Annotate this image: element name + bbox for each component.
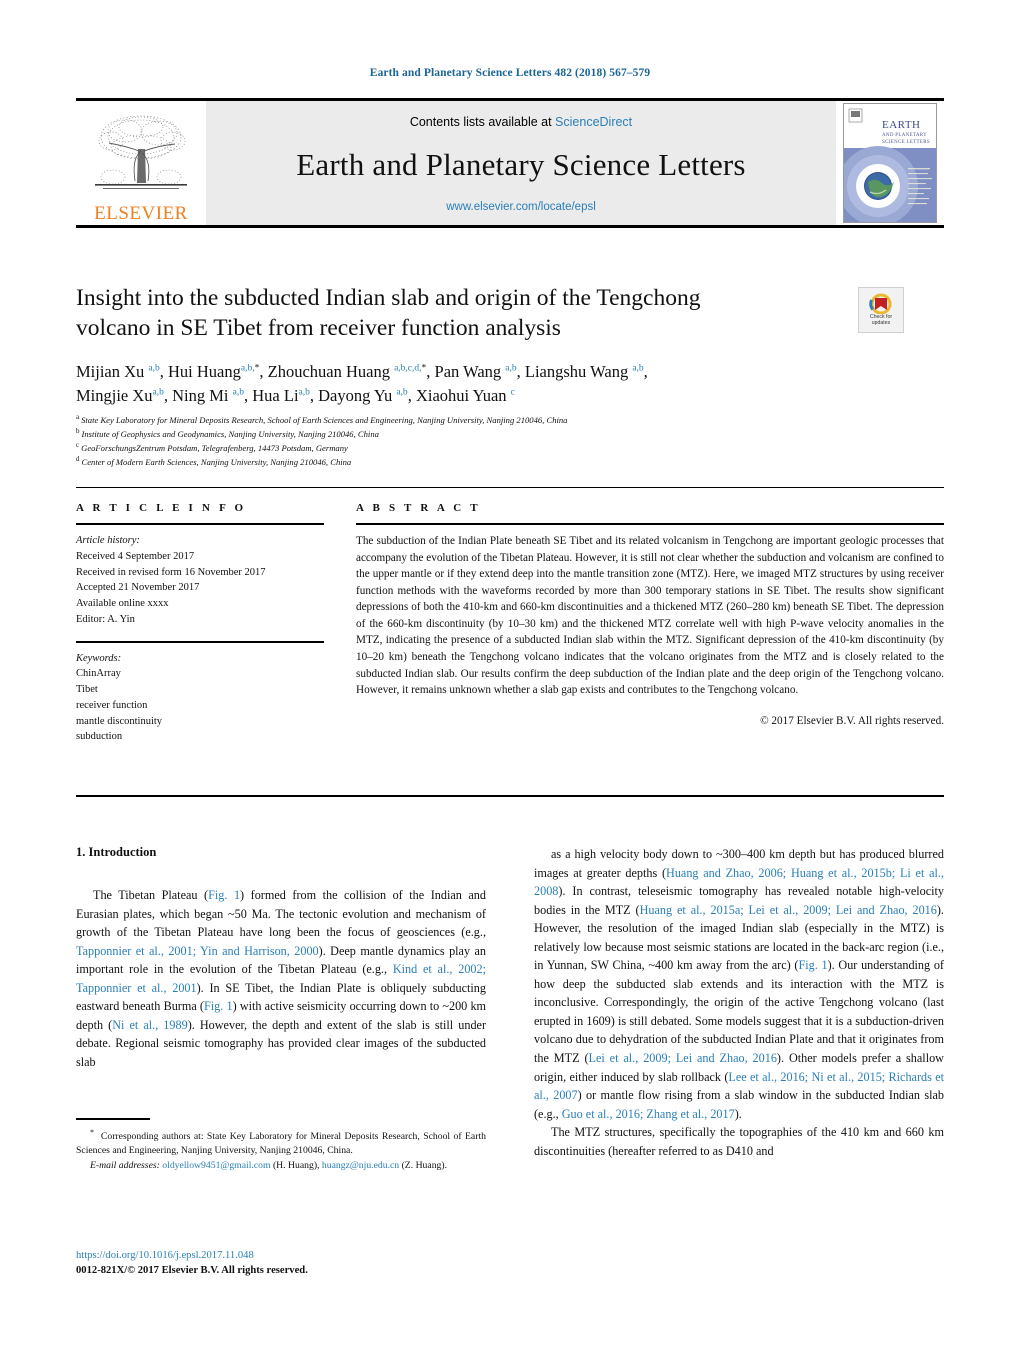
journal-cover-thumbnail: EARTH AND PLANETARY SCIENCE LETTERS <box>836 101 944 225</box>
paper-title-line2: volcano in SE Tibet from receiver functi… <box>76 315 561 342</box>
doi-block: https://doi.org/10.1016/j.epsl.2017.11.0… <box>76 1248 486 1278</box>
affiliation-item: a State Key Laboratory for Mineral Deposi… <box>76 414 876 428</box>
journal-masthead: ELSEVIER Contents lists available at Sci… <box>76 98 944 228</box>
section-heading-introduction: 1. Introduction <box>76 845 157 859</box>
contents-prefix: Contents lists available at <box>409 115 556 129</box>
band-top-rule <box>76 487 944 488</box>
journal-homepage-link[interactable]: www.elsevier.com/locate/epsl <box>446 201 596 213</box>
affiliation-marker: a <box>76 413 80 422</box>
masthead-center-panel: Contents lists available at ScienceDirec… <box>206 101 836 225</box>
abstract-column: A B S T R A C T The subduction of the In… <box>356 502 944 727</box>
journal-title: Earth and Planetary Science Letters <box>296 147 746 182</box>
keywords-label: Keywords: <box>76 652 122 664</box>
title-block: Insight into the subducted Indian slab a… <box>76 283 846 407</box>
body-column-right: as a high velocity body down to ~300–400… <box>534 845 944 1160</box>
article-history-group: Article history: Received 4 September 20… <box>76 533 324 628</box>
affiliation-item: c GeoForschungsZentrum Potsdam, Telegrafe… <box>76 440 876 456</box>
affiliation-list: a State Key Laboratory for Mineral Deposi… <box>76 414 876 470</box>
intro-paragraph-right-1: as a high velocity body down to ~300–400… <box>534 847 944 1121</box>
affiliation-text: State Key Laboratory for Mineral Deposit… <box>81 415 568 425</box>
paper-title-line1: Insight into the subducted Indian slab a… <box>76 285 701 311</box>
band-bottom-rule <box>76 795 944 797</box>
intro-paragraph-right-2: The MTZ structures, specifically the top… <box>534 1125 944 1158</box>
issn-copyright-line: 0012-821X/© 2017 Elsevier B.V. All right… <box>76 1265 308 1277</box>
crossmark-label: Check for updates <box>870 314 892 327</box>
intro-paragraph-left: The Tibetan Plateau (Fig. 1) formed from… <box>76 888 487 1069</box>
affiliation-text: Institute of Geophysics and Geodynamics,… <box>81 428 379 439</box>
keyword-item: mantle discontinuity <box>76 715 163 727</box>
author-list: Mijian Xu a,b, Hui Huanga,b,*, Zhouchuan… <box>76 362 648 405</box>
keywords-group: Keywords: ChinArray Tibet receiver funct… <box>76 651 324 746</box>
body-column-left: 1. Introduction The Tibetan Plateau (Fig… <box>76 845 486 1071</box>
keyword-item: subduction <box>76 731 123 743</box>
article-history-item: Available online xxxx <box>76 598 169 609</box>
abstract-rule <box>356 523 944 525</box>
keyword-item: ChinArray <box>76 668 121 680</box>
elsevier-logo: ELSEVIER <box>76 101 206 225</box>
abstract-text: The subduction of the Indian Plate benea… <box>356 535 944 697</box>
page-title: Insight into the subducted Indian slab a… <box>76 283 846 343</box>
footnote-rule <box>76 1118 150 1120</box>
article-info-rule <box>76 523 324 525</box>
journal-cover-art: EARTH AND PLANETARY SCIENCE LETTERS <box>844 104 936 222</box>
article-history-label: Article history: <box>76 535 140 546</box>
affiliation-item: d Center of Modern Earth Sciences, Nanjin… <box>76 454 876 470</box>
article-history-item: Received in revised form 16 November 201… <box>76 566 266 578</box>
affiliation-text: Center of Modern Earth Sciences, Nanjing… <box>81 456 352 467</box>
abstract-heading: A B S T R A C T <box>356 502 481 514</box>
affiliation-item: b Institute of Geophysics and Geodynamics… <box>76 428 876 442</box>
keyword-item: Tibet <box>76 684 98 695</box>
affiliation-marker: c <box>76 440 80 449</box>
running-head: Earth and Planetary Science Letters 482 … <box>369 67 651 79</box>
svg-text:SCIENCE LETTERS: SCIENCE LETTERS <box>882 140 930 145</box>
affiliation-marker: d <box>76 454 80 463</box>
affiliation-text: GeoForschungsZentrum Potsdam, Telegrafen… <box>81 442 348 453</box>
elsevier-wordmark: ELSEVIER <box>94 203 188 224</box>
crossmark-icon <box>869 293 892 315</box>
article-history-item: Accepted 21 November 2017 <box>76 582 200 594</box>
paper-page: Earth and Planetary Science Letters 482 … <box>0 0 1020 1351</box>
article-history-item: Received 4 September 2017 <box>76 550 195 562</box>
article-info-heading: A R T I C L E I N F O <box>76 502 247 514</box>
elsevier-tree-icon <box>95 115 187 189</box>
svg-text:EARTH: EARTH <box>882 119 921 131</box>
masthead-bottom-rule <box>76 225 944 228</box>
footnote-block: * Corresponding authors at: State Key La… <box>76 1118 486 1174</box>
abstract-copyright: © 2017 Elsevier B.V. All rights reserved… <box>760 714 944 727</box>
email-addresses-note: E-mail addresses: oldyellow9451@gmail.co… <box>90 1160 448 1172</box>
contents-available-line: Contents lists available at ScienceDirec… <box>410 115 632 129</box>
affiliation-marker: b <box>76 427 80 436</box>
keyword-item: receiver function <box>76 699 148 711</box>
article-info-column: A R T I C L E I N F O Article history: R… <box>76 502 324 745</box>
article-history-item: Editor: A. Yin <box>76 613 135 625</box>
doi-link[interactable]: https://doi.org/10.1016/j.epsl.2017.11.0… <box>76 1248 486 1263</box>
keywords-rule <box>76 640 324 643</box>
crossmark-badge[interactable]: Check for updates <box>858 287 904 333</box>
corresponding-author-note: * Corresponding authors at: State Key La… <box>76 1127 486 1157</box>
svg-text:AND PLANETARY: AND PLANETARY <box>882 133 927 138</box>
crossmark-label-line2: updates <box>871 320 891 326</box>
sciencedirect-link[interactable]: ScienceDirect <box>555 115 632 129</box>
